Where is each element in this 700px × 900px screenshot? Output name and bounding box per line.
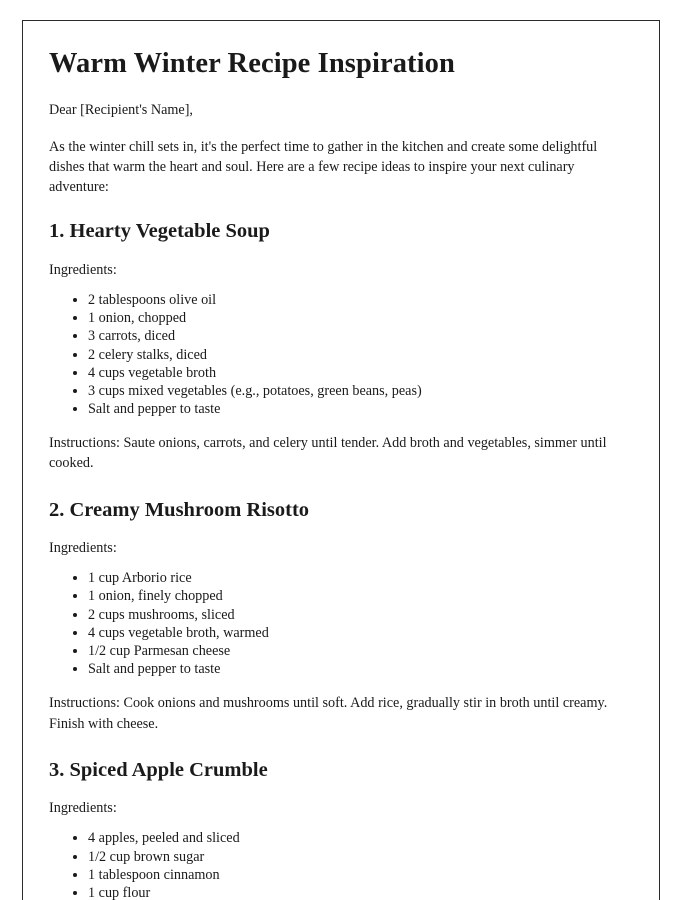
recipe-section-3: 3. Spiced Apple Crumble Ingredients: 4 a… [49,758,633,900]
ingredients-list-2: 1 cup Arborio rice 1 onion, finely chopp… [49,569,633,678]
list-item: Salt and pepper to taste [88,660,633,678]
page-title: Warm Winter Recipe Inspiration [49,48,455,79]
ingredients-label-3: Ingredients: [49,800,117,817]
list-item: 1/2 cup brown sugar [88,848,633,866]
list-item: 1 tablespoon cinnamon [88,866,633,884]
ingredients-label-2: Ingredients: [49,540,117,557]
instructions-paragraph-2: Instructions: Cook onions and mushrooms … [49,695,608,732]
ingredients-list-3: 4 apples, peeled and sliced 1/2 cup brow… [49,829,633,900]
instructions-paragraph-1: Instructions: Saute onions, carrots, and… [49,435,607,472]
list-item: 1 onion, finely chopped [88,587,633,605]
list-item: 1 cup flour [88,884,633,900]
ingredients-list-1: 2 tablespoons olive oil 1 onion, chopped… [49,291,633,418]
list-item: 1 onion, chopped [88,309,633,327]
list-item: 4 cups vegetable broth [88,364,633,382]
recipe-heading-3: 3. Spiced Apple Crumble [49,758,268,781]
recipe-section-1: 1. Hearty Vegetable Soup Ingredients: 2 … [49,219,633,473]
document-page: Warm Winter Recipe Inspiration Dear [Rec… [22,20,660,900]
list-item: Salt and pepper to taste [88,400,633,418]
recipe-section-2: 2. Creamy Mushroom Risotto Ingredients: … [49,498,633,734]
document-viewport: Warm Winter Recipe Inspiration Dear [Rec… [0,0,700,900]
list-item: 1 cup Arborio rice [88,569,633,587]
list-item: 2 tablespoons olive oil [88,291,633,309]
list-item: 2 celery stalks, diced [88,346,633,364]
list-item: 3 carrots, diced [88,327,633,345]
intro-paragraph: As the winter chill sets in, it's the pe… [49,138,598,196]
salutation-text: Dear [Recipient's Name], [49,101,193,118]
document-content: Warm Winter Recipe Inspiration Dear [Rec… [23,21,659,900]
recipe-heading-2: 2. Creamy Mushroom Risotto [49,498,310,521]
list-item: 3 cups mixed vegetables (e.g., potatoes,… [88,382,633,400]
ingredients-label-1: Ingredients: [49,261,117,278]
list-item: 4 cups vegetable broth, warmed [88,624,633,642]
list-item: 1/2 cup Parmesan cheese [88,642,633,660]
list-item: 2 cups mushrooms, sliced [88,606,633,624]
recipe-heading-1: 1. Hearty Vegetable Soup [49,220,270,243]
list-item: 4 apples, peeled and sliced [88,829,633,847]
